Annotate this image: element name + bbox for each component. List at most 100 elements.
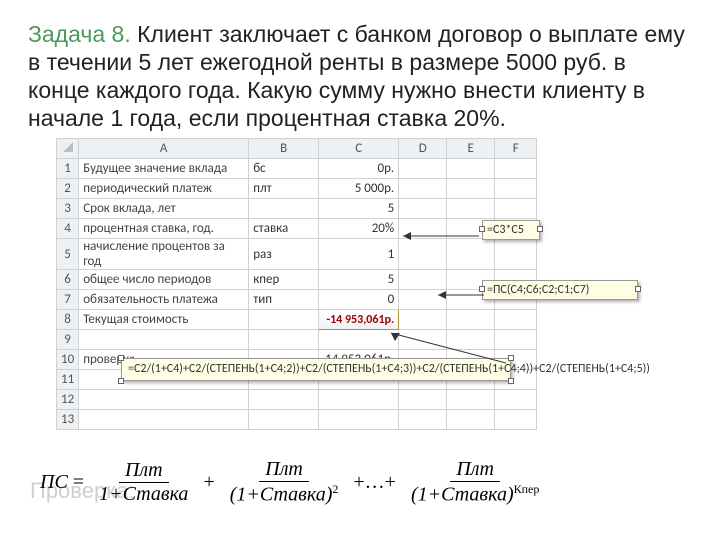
cell-F1[interactable]: [495, 159, 537, 179]
cell-B12[interactable]: [249, 390, 319, 410]
cell-F3[interactable]: [495, 199, 537, 219]
cell-A12[interactable]: [79, 390, 249, 410]
cell-B6[interactable]: кпер: [249, 270, 319, 290]
cell-A4[interactable]: процентная ставка, год.: [79, 219, 249, 239]
cell-D3[interactable]: [399, 199, 447, 219]
cell-F2[interactable]: [495, 179, 537, 199]
slide-title: Задача 8. Клиент заключает с банком дого…: [28, 20, 692, 132]
cell-E3[interactable]: [447, 199, 495, 219]
cell-F12[interactable]: [495, 390, 537, 410]
cell-D13[interactable]: [399, 410, 447, 430]
cell-B13[interactable]: [249, 410, 319, 430]
cell-C4[interactable]: 20%: [319, 219, 399, 239]
equals-sign: =: [73, 471, 84, 494]
fraction-n: Плт (1+Ставка)Кпер: [405, 458, 545, 507]
row-header[interactable]: 7: [57, 290, 79, 310]
cell-D8[interactable]: [399, 310, 447, 330]
cell-C2[interactable]: 5 000р.: [319, 179, 399, 199]
table-row: 13: [57, 410, 537, 430]
cell-A2[interactable]: периодический платеж: [79, 179, 249, 199]
cell-F5[interactable]: [495, 239, 537, 270]
cell-E8[interactable]: [447, 310, 495, 330]
table-row: 7обязательность платежатип0: [57, 290, 537, 310]
row-header[interactable]: 11: [57, 370, 79, 390]
cell-C9[interactable]: [319, 330, 399, 350]
row-header[interactable]: 4: [57, 219, 79, 239]
formula-text: =C3*C5: [487, 223, 524, 237]
cell-F8[interactable]: [495, 310, 537, 330]
cell-A1[interactable]: Будущее значение вклада: [79, 159, 249, 179]
cell-C8[interactable]: -14 953,061р.: [319, 310, 399, 330]
cell-B8[interactable]: [249, 310, 319, 330]
cell-B2[interactable]: плт: [249, 179, 319, 199]
row-header[interactable]: 1: [57, 159, 79, 179]
cell-B4[interactable]: ставка: [249, 219, 319, 239]
col-header-A[interactable]: A: [79, 139, 249, 159]
table-row: 2периодический платежплт5 000р.: [57, 179, 537, 199]
table-row: 1Будущее значение вкладабс0р.: [57, 159, 537, 179]
cell-D7[interactable]: [399, 290, 447, 310]
col-header-F[interactable]: F: [495, 139, 537, 159]
cell-C12[interactable]: [319, 390, 399, 410]
cell-E12[interactable]: [447, 390, 495, 410]
table-row: 9: [57, 330, 537, 350]
cell-B7[interactable]: тип: [249, 290, 319, 310]
row-header[interactable]: 3: [57, 199, 79, 219]
cell-A13[interactable]: [79, 410, 249, 430]
row-header[interactable]: 6: [57, 270, 79, 290]
cell-D6[interactable]: [399, 270, 447, 290]
cell-C5[interactable]: 1: [319, 239, 399, 270]
fraction-2: Плт (1+Ставка)2: [224, 458, 345, 507]
formula-text: =C2/(1+C4)+C2/(СТЕПЕНЬ(1+C4;2))+C2/(СТЕП…: [128, 362, 650, 376]
cell-C1[interactable]: 0р.: [319, 159, 399, 179]
formula-text: =ПС(C4;C6;C2;C1;C7): [487, 283, 589, 297]
row-header[interactable]: 2: [57, 179, 79, 199]
cell-A9[interactable]: [79, 330, 249, 350]
cell-D5[interactable]: [399, 239, 447, 270]
formula-callout-c8: =ПС(C4;C6;C2;C1;C7): [482, 280, 638, 300]
table-row: 12: [57, 390, 537, 410]
row-header[interactable]: 13: [57, 410, 79, 430]
cell-E1[interactable]: [447, 159, 495, 179]
cell-D12[interactable]: [399, 390, 447, 410]
cell-A5[interactable]: начисление процентов за год: [79, 239, 249, 270]
col-header-C[interactable]: C: [319, 139, 399, 159]
row-header[interactable]: 9: [57, 330, 79, 350]
cell-D2[interactable]: [399, 179, 447, 199]
dots: +…+: [353, 471, 396, 494]
cell-E5[interactable]: [447, 239, 495, 270]
cell-E9[interactable]: [447, 330, 495, 350]
row-header[interactable]: 10: [57, 350, 79, 370]
table-row: 3Срок вклада, лет 5: [57, 199, 537, 219]
formula-callout-c10: =C2/(1+C4)+C2/(СТЕПЕНЬ(1+C4;2))+C2/(СТЕП…: [121, 358, 511, 381]
cell-C13[interactable]: [319, 410, 399, 430]
formula-lhs: ПС: [40, 471, 68, 494]
spreadsheet: A B C D E F 1Будущее значение вкладабс0р…: [56, 138, 680, 430]
cell-A7[interactable]: обязательность платежа: [79, 290, 249, 310]
col-header-B[interactable]: B: [249, 139, 319, 159]
cell-D1[interactable]: [399, 159, 447, 179]
cell-B9[interactable]: [249, 330, 319, 350]
cell-D4[interactable]: [399, 219, 447, 239]
cell-B3[interactable]: [249, 199, 319, 219]
task-number: Задача 8.: [28, 21, 131, 47]
select-all-corner[interactable]: [57, 139, 79, 159]
cell-A6[interactable]: общее число периодов: [79, 270, 249, 290]
cell-B5[interactable]: раз: [249, 239, 319, 270]
cell-A3[interactable]: Срок вклада, лет: [79, 199, 249, 219]
col-header-E[interactable]: E: [447, 139, 495, 159]
cell-F13[interactable]: [495, 410, 537, 430]
cell-B1[interactable]: бс: [249, 159, 319, 179]
cell-E2[interactable]: [447, 179, 495, 199]
cell-A8[interactable]: Текущая стоимость: [79, 310, 249, 330]
cell-C6[interactable]: 5: [319, 270, 399, 290]
cell-F9[interactable]: [495, 330, 537, 350]
cell-C3[interactable]: 5: [319, 199, 399, 219]
row-header[interactable]: 8: [57, 310, 79, 330]
row-header[interactable]: 5: [57, 239, 79, 270]
cell-E13[interactable]: [447, 410, 495, 430]
cell-C7[interactable]: 0: [319, 290, 399, 310]
row-header[interactable]: 12: [57, 390, 79, 410]
cell-D9[interactable]: [399, 330, 447, 350]
col-header-D[interactable]: D: [399, 139, 447, 159]
